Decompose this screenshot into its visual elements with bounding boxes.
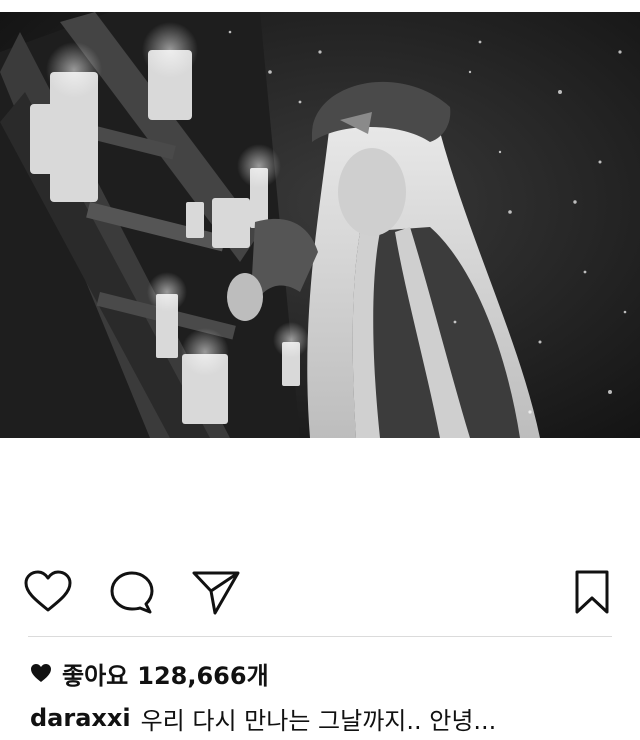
- likes-count[interactable]: 좋아요 128,666개: [30, 656, 269, 690]
- comment-button[interactable]: [106, 568, 158, 616]
- caption-username[interactable]: daraxxi: [30, 704, 131, 732]
- likes-number: 128,666개: [137, 661, 269, 690]
- share-button[interactable]: [190, 568, 242, 616]
- heart-outline-icon: [24, 570, 72, 612]
- bookmark-outline-icon: [575, 570, 609, 614]
- comment-bubble-icon: [110, 571, 154, 614]
- caption-text: 우리 다시 만나는 그날까지.. 안녕...: [140, 706, 497, 735]
- paper-plane-icon: [192, 571, 240, 615]
- like-button[interactable]: [22, 568, 74, 616]
- likes-label: 좋아요: [62, 661, 129, 690]
- post-caption: daraxxi 우리 다시 만나는 그날까지.. 안녕...: [30, 700, 496, 736]
- save-button[interactable]: [566, 568, 618, 616]
- post-action-bar: [0, 560, 640, 624]
- divider: [28, 636, 612, 637]
- post-photo[interactable]: [0, 12, 640, 438]
- heart-filled-icon: [30, 663, 52, 683]
